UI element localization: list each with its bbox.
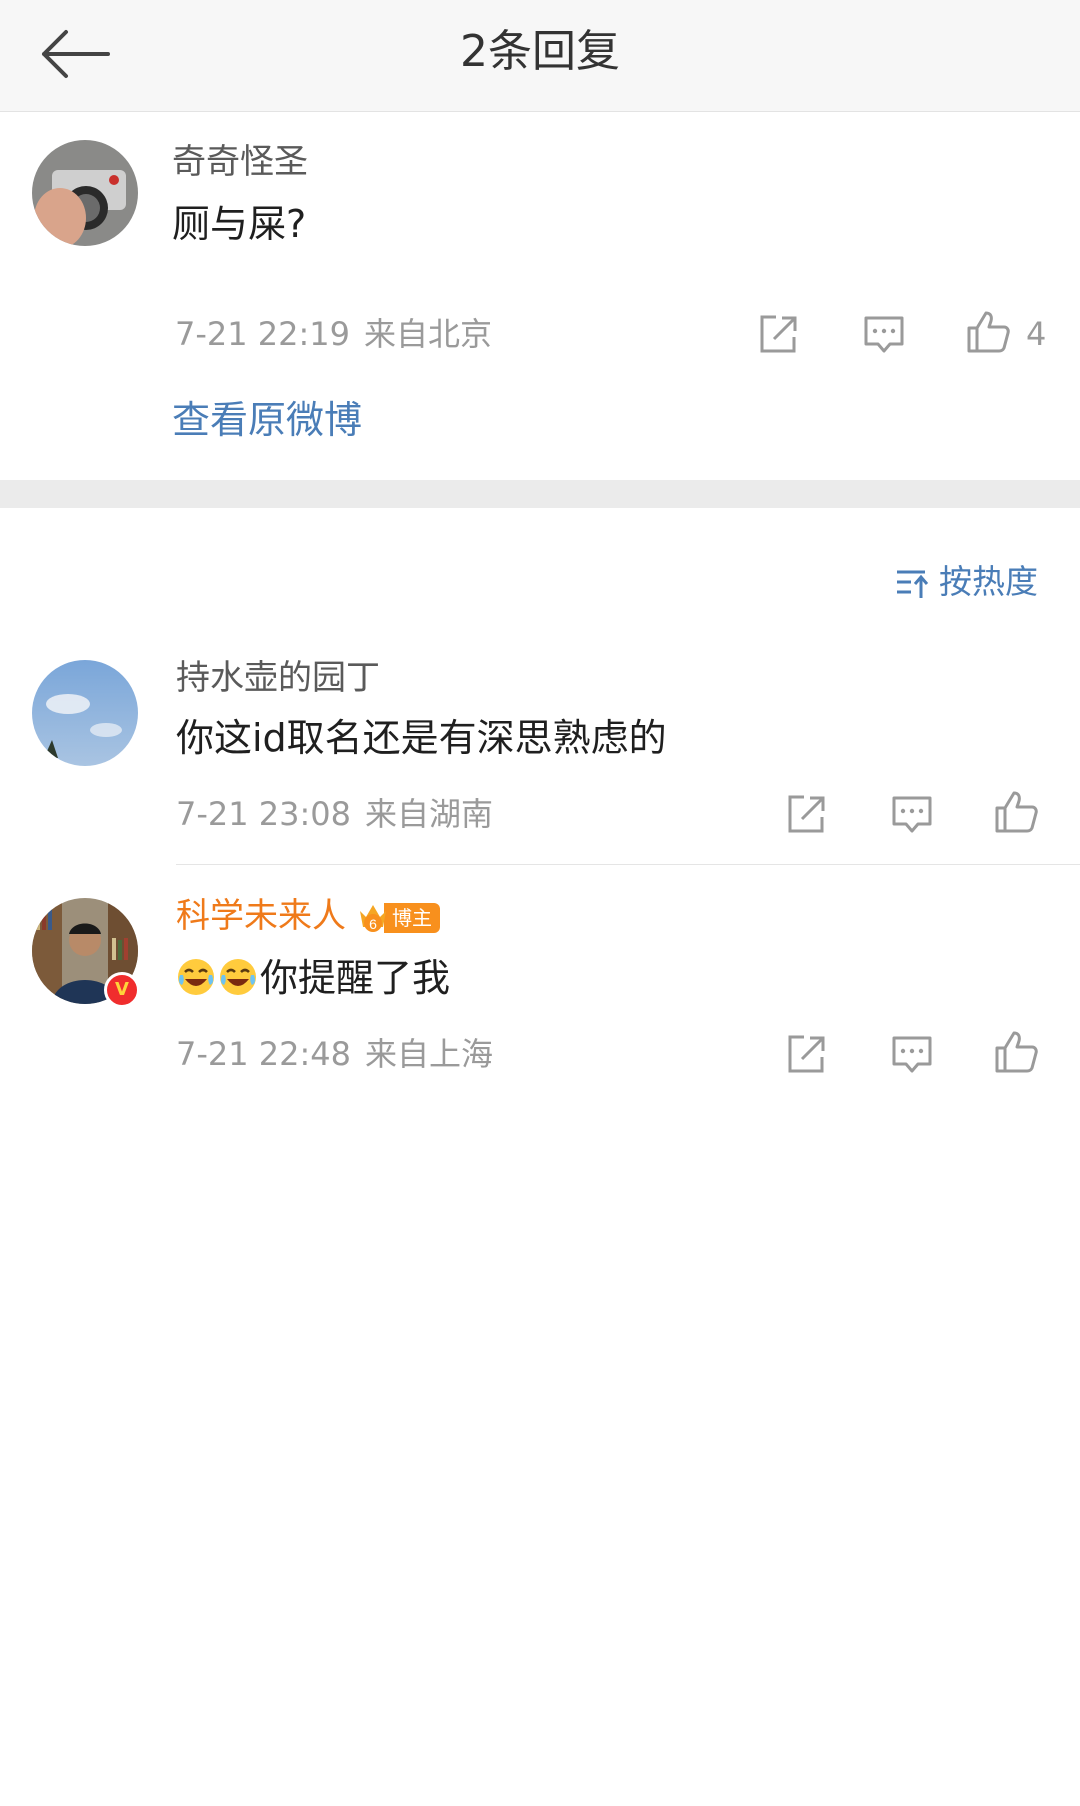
crown-icon: 6 <box>358 901 388 935</box>
laugh-cry-emoji-icon <box>178 959 214 995</box>
sort-icon <box>897 570 929 598</box>
sort-label: 按热度 <box>939 562 1038 601</box>
comment-meta: 7-21 23:08 来自湖南 <box>176 792 493 836</box>
comment-time: 7-21 22:19 <box>175 315 351 353</box>
thumbs-up-icon <box>967 311 1010 353</box>
comment-time: 7-21 22:48 <box>176 1035 352 1073</box>
share-button[interactable] <box>782 790 830 838</box>
comment-button[interactable] <box>860 310 908 358</box>
username[interactable]: 奇奇怪圣 <box>172 140 308 184</box>
like-button[interactable] <box>992 1028 1040 1076</box>
top-bar: 2条回复 <box>0 0 1080 112</box>
comment-icon <box>892 1036 932 1073</box>
thumbs-up-icon <box>995 1031 1038 1073</box>
comment-meta: 7-21 22:19 来自北京 <box>175 312 492 356</box>
section-divider <box>0 480 1080 508</box>
verified-badge-icon: V <box>104 972 140 1008</box>
share-button[interactable] <box>754 310 802 358</box>
camera-photo-icon <box>32 140 138 246</box>
avatar[interactable] <box>32 140 138 246</box>
comment-time: 7-21 23:08 <box>176 795 352 833</box>
share-button[interactable] <box>782 1030 830 1078</box>
laugh-cry-emoji-icon <box>220 959 256 995</box>
comment-icon <box>864 316 904 353</box>
comment-location: 来自上海 <box>365 1035 494 1073</box>
share-icon <box>788 795 825 833</box>
share-icon <box>788 1035 825 1073</box>
like-button[interactable] <box>964 308 1012 356</box>
comment-location: 来自北京 <box>364 315 493 353</box>
comment-button[interactable] <box>888 790 936 838</box>
badge-level: 6 <box>369 916 377 932</box>
reply-divider <box>176 864 1080 865</box>
comment-button[interactable] <box>888 1030 936 1078</box>
username-text: 科学未来人 <box>176 896 346 936</box>
username[interactable]: 科学未来人 6 博主 <box>176 894 440 938</box>
comment-text: 厕与屎? <box>172 202 307 246</box>
sky-photo-icon <box>32 660 138 766</box>
username[interactable]: 持水壶的园丁 <box>176 656 380 700</box>
comment-meta: 7-21 22:48 来自上海 <box>176 1032 493 1076</box>
comment-text: 你提醒了我 <box>176 952 450 1004</box>
view-original-link[interactable]: 查看原微博 <box>172 394 362 446</box>
blogger-badge: 6 博主 <box>358 901 440 935</box>
share-icon <box>760 315 797 353</box>
comment-text: 你这id取名还是有深思熟虑的 <box>176 716 667 760</box>
avatar[interactable] <box>32 660 138 766</box>
like-count: 4 <box>1026 315 1047 353</box>
comment-icon <box>892 796 932 833</box>
comment-text-body: 你提醒了我 <box>260 956 451 1000</box>
page-title: 2条回复 <box>460 26 620 77</box>
comment-location: 来自湖南 <box>365 795 494 833</box>
like-button[interactable] <box>992 788 1040 836</box>
sort-by-hot-button[interactable]: 按热度 <box>895 560 1038 604</box>
thumbs-up-icon <box>995 791 1038 833</box>
badge-label: 博主 <box>384 902 440 933</box>
